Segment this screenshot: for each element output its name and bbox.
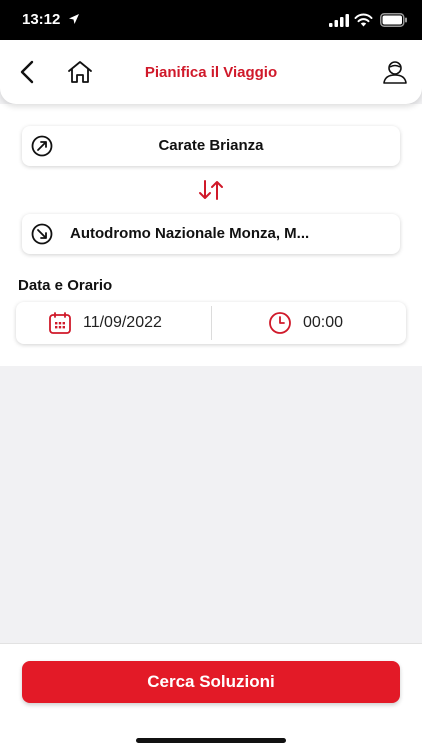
origin-field[interactable]: Carate Brianza bbox=[22, 126, 400, 166]
calendar-icon bbox=[49, 312, 71, 334]
destination-field[interactable]: Autodromo Nazionale Monza, M... bbox=[22, 214, 400, 254]
time-selector[interactable]: 00:00 bbox=[212, 302, 406, 344]
trip-form: Carate Brianza Autodromo Nazionale Monza… bbox=[0, 104, 422, 366]
destination-value: Autodromo Nazionale Monza, M... bbox=[70, 225, 310, 242]
location-arrow-icon bbox=[69, 14, 79, 24]
clock-icon bbox=[269, 312, 291, 334]
profile-button[interactable] bbox=[381, 58, 409, 86]
status-bar: 13:12 bbox=[0, 0, 422, 42]
app-header: Pianifica il Viaggio bbox=[0, 40, 422, 104]
home-indicator[interactable] bbox=[136, 738, 286, 743]
arrow-down-right-circle-icon bbox=[31, 223, 53, 245]
wifi-icon bbox=[354, 13, 373, 27]
time-value: 00:00 bbox=[303, 314, 344, 331]
swap-vertical-icon bbox=[199, 180, 223, 200]
page-title: Pianifica il Viaggio bbox=[144, 64, 278, 81]
swap-button[interactable] bbox=[197, 177, 225, 203]
battery-icon bbox=[380, 13, 407, 27]
datetime-section-label: Data e Orario bbox=[18, 277, 113, 294]
datetime-picker: 11/09/2022 00:00 bbox=[16, 302, 406, 344]
user-icon bbox=[383, 61, 407, 84]
status-time: 13:12 bbox=[22, 11, 61, 28]
bottom-bar: Cerca Soluzioni bbox=[0, 643, 422, 750]
cellular-signal-icon bbox=[329, 14, 349, 27]
date-value: 11/09/2022 bbox=[83, 314, 162, 331]
date-selector[interactable]: 11/09/2022 bbox=[16, 302, 211, 344]
origin-value: Carate Brianza bbox=[158, 137, 264, 154]
search-solutions-button[interactable]: Cerca Soluzioni bbox=[22, 661, 400, 703]
